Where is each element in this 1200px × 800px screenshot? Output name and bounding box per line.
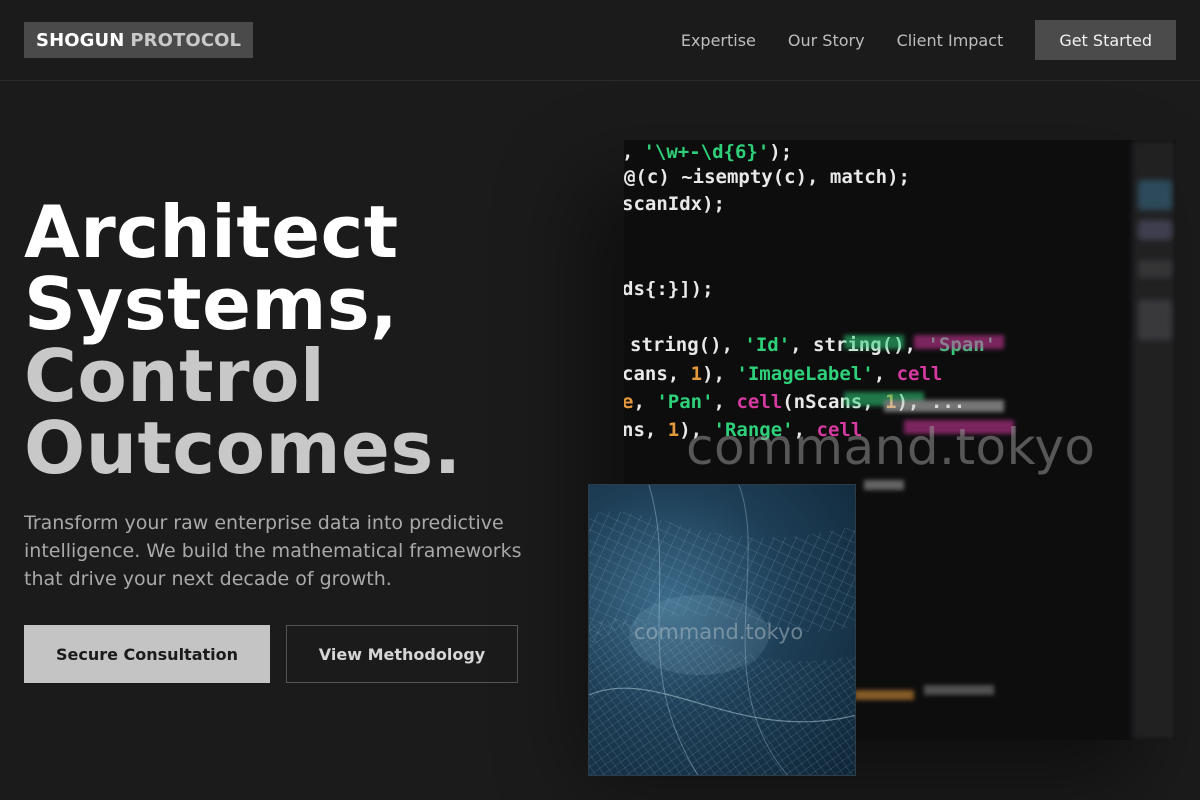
code-line-6: cans, 1), 'ImageLabel', cell bbox=[624, 363, 942, 385]
code-line-2: @(c) ~isempty(c), match); bbox=[624, 166, 910, 188]
hero-title: Architect Systems, Control Outcomes. bbox=[24, 196, 462, 484]
hero-title-line-2: Systems, bbox=[24, 262, 399, 346]
blur-fragment bbox=[1138, 220, 1172, 240]
nav-link-expertise[interactable]: Expertise bbox=[681, 31, 756, 50]
hero-title-line-3: Control bbox=[24, 334, 326, 418]
code-line-4: ds{:}]); bbox=[624, 278, 714, 300]
secure-consultation-button[interactable]: Secure Consultation bbox=[24, 625, 270, 683]
hero-title-line-4: Outcomes. bbox=[24, 406, 462, 490]
mesh-image-watermark: command.tokyo bbox=[634, 620, 804, 644]
code-image-watermark: command.tokyo bbox=[686, 418, 1096, 476]
site-header: SHOGUN PROTOCOL Expertise Our Story Clie… bbox=[0, 0, 1200, 81]
blur-fragment bbox=[1138, 300, 1172, 340]
blur-fragment bbox=[1138, 260, 1172, 278]
get-started-button[interactable]: Get Started bbox=[1035, 20, 1176, 60]
blur-fragment bbox=[1138, 180, 1172, 210]
code-line-3: scanIdx); bbox=[624, 193, 725, 215]
brand-logo[interactable]: SHOGUN PROTOCOL bbox=[24, 22, 254, 58]
logo-primary-text: SHOGUN bbox=[36, 29, 125, 51]
code-line-1: ,'\w+-\d{6}'); bbox=[624, 141, 792, 163]
hero-description: Transform your raw enterprise data into … bbox=[24, 512, 522, 590]
nav-link-our-story[interactable]: Our Story bbox=[788, 31, 865, 50]
hero-title-line-1: Architect bbox=[24, 190, 399, 274]
main-nav: Expertise Our Story Client Impact Get St… bbox=[681, 0, 1176, 80]
view-methodology-button[interactable]: View Methodology bbox=[286, 625, 518, 683]
nav-link-client-impact[interactable]: Client Impact bbox=[897, 31, 1004, 50]
logo-secondary-text: PROTOCOL bbox=[130, 29, 242, 51]
